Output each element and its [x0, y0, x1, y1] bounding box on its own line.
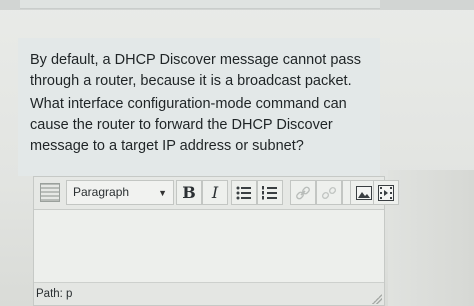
unlink-icon: [321, 186, 337, 199]
bullet-list-icon: [236, 186, 251, 199]
right-background: [388, 170, 474, 306]
bullet-list-button[interactable]: [231, 180, 257, 205]
resize-grip-icon[interactable]: [372, 294, 382, 304]
media-icon: [378, 184, 394, 201]
numbered-list-button[interactable]: [257, 180, 283, 205]
bold-button[interactable]: B: [176, 180, 202, 205]
numbered-list-icon: [262, 185, 277, 199]
question-text-1: By default, a DHCP Discover message cann…: [30, 52, 361, 89]
media-button[interactable]: [373, 180, 399, 205]
chevron-down-icon: ▼: [158, 188, 167, 198]
answer-editor: Paragraph ▼ B I Path: p: [33, 176, 399, 306]
answer-text-area[interactable]: [34, 210, 384, 285]
link-button[interactable]: [290, 180, 316, 205]
paragraph-format-select[interactable]: Paragraph ▼: [66, 180, 174, 205]
italic-button[interactable]: I: [202, 180, 228, 205]
question-text-2: What interface configuration-mode comman…: [30, 96, 347, 154]
link-icon: [296, 186, 310, 199]
paragraph-format-value: Paragraph: [73, 185, 130, 199]
editor-toolbar: Paragraph ▼ B I: [34, 177, 399, 210]
previous-card-edge: [20, 0, 380, 9]
element-path: Path: p: [36, 288, 73, 300]
bold-icon: B: [182, 183, 196, 202]
unlink-button[interactable]: [316, 180, 342, 205]
toolbar-toggle-icon[interactable]: [40, 183, 60, 202]
italic-icon: I: [211, 183, 219, 202]
editor-status-bar: Path: p: [34, 282, 384, 305]
image-icon: [356, 185, 372, 200]
